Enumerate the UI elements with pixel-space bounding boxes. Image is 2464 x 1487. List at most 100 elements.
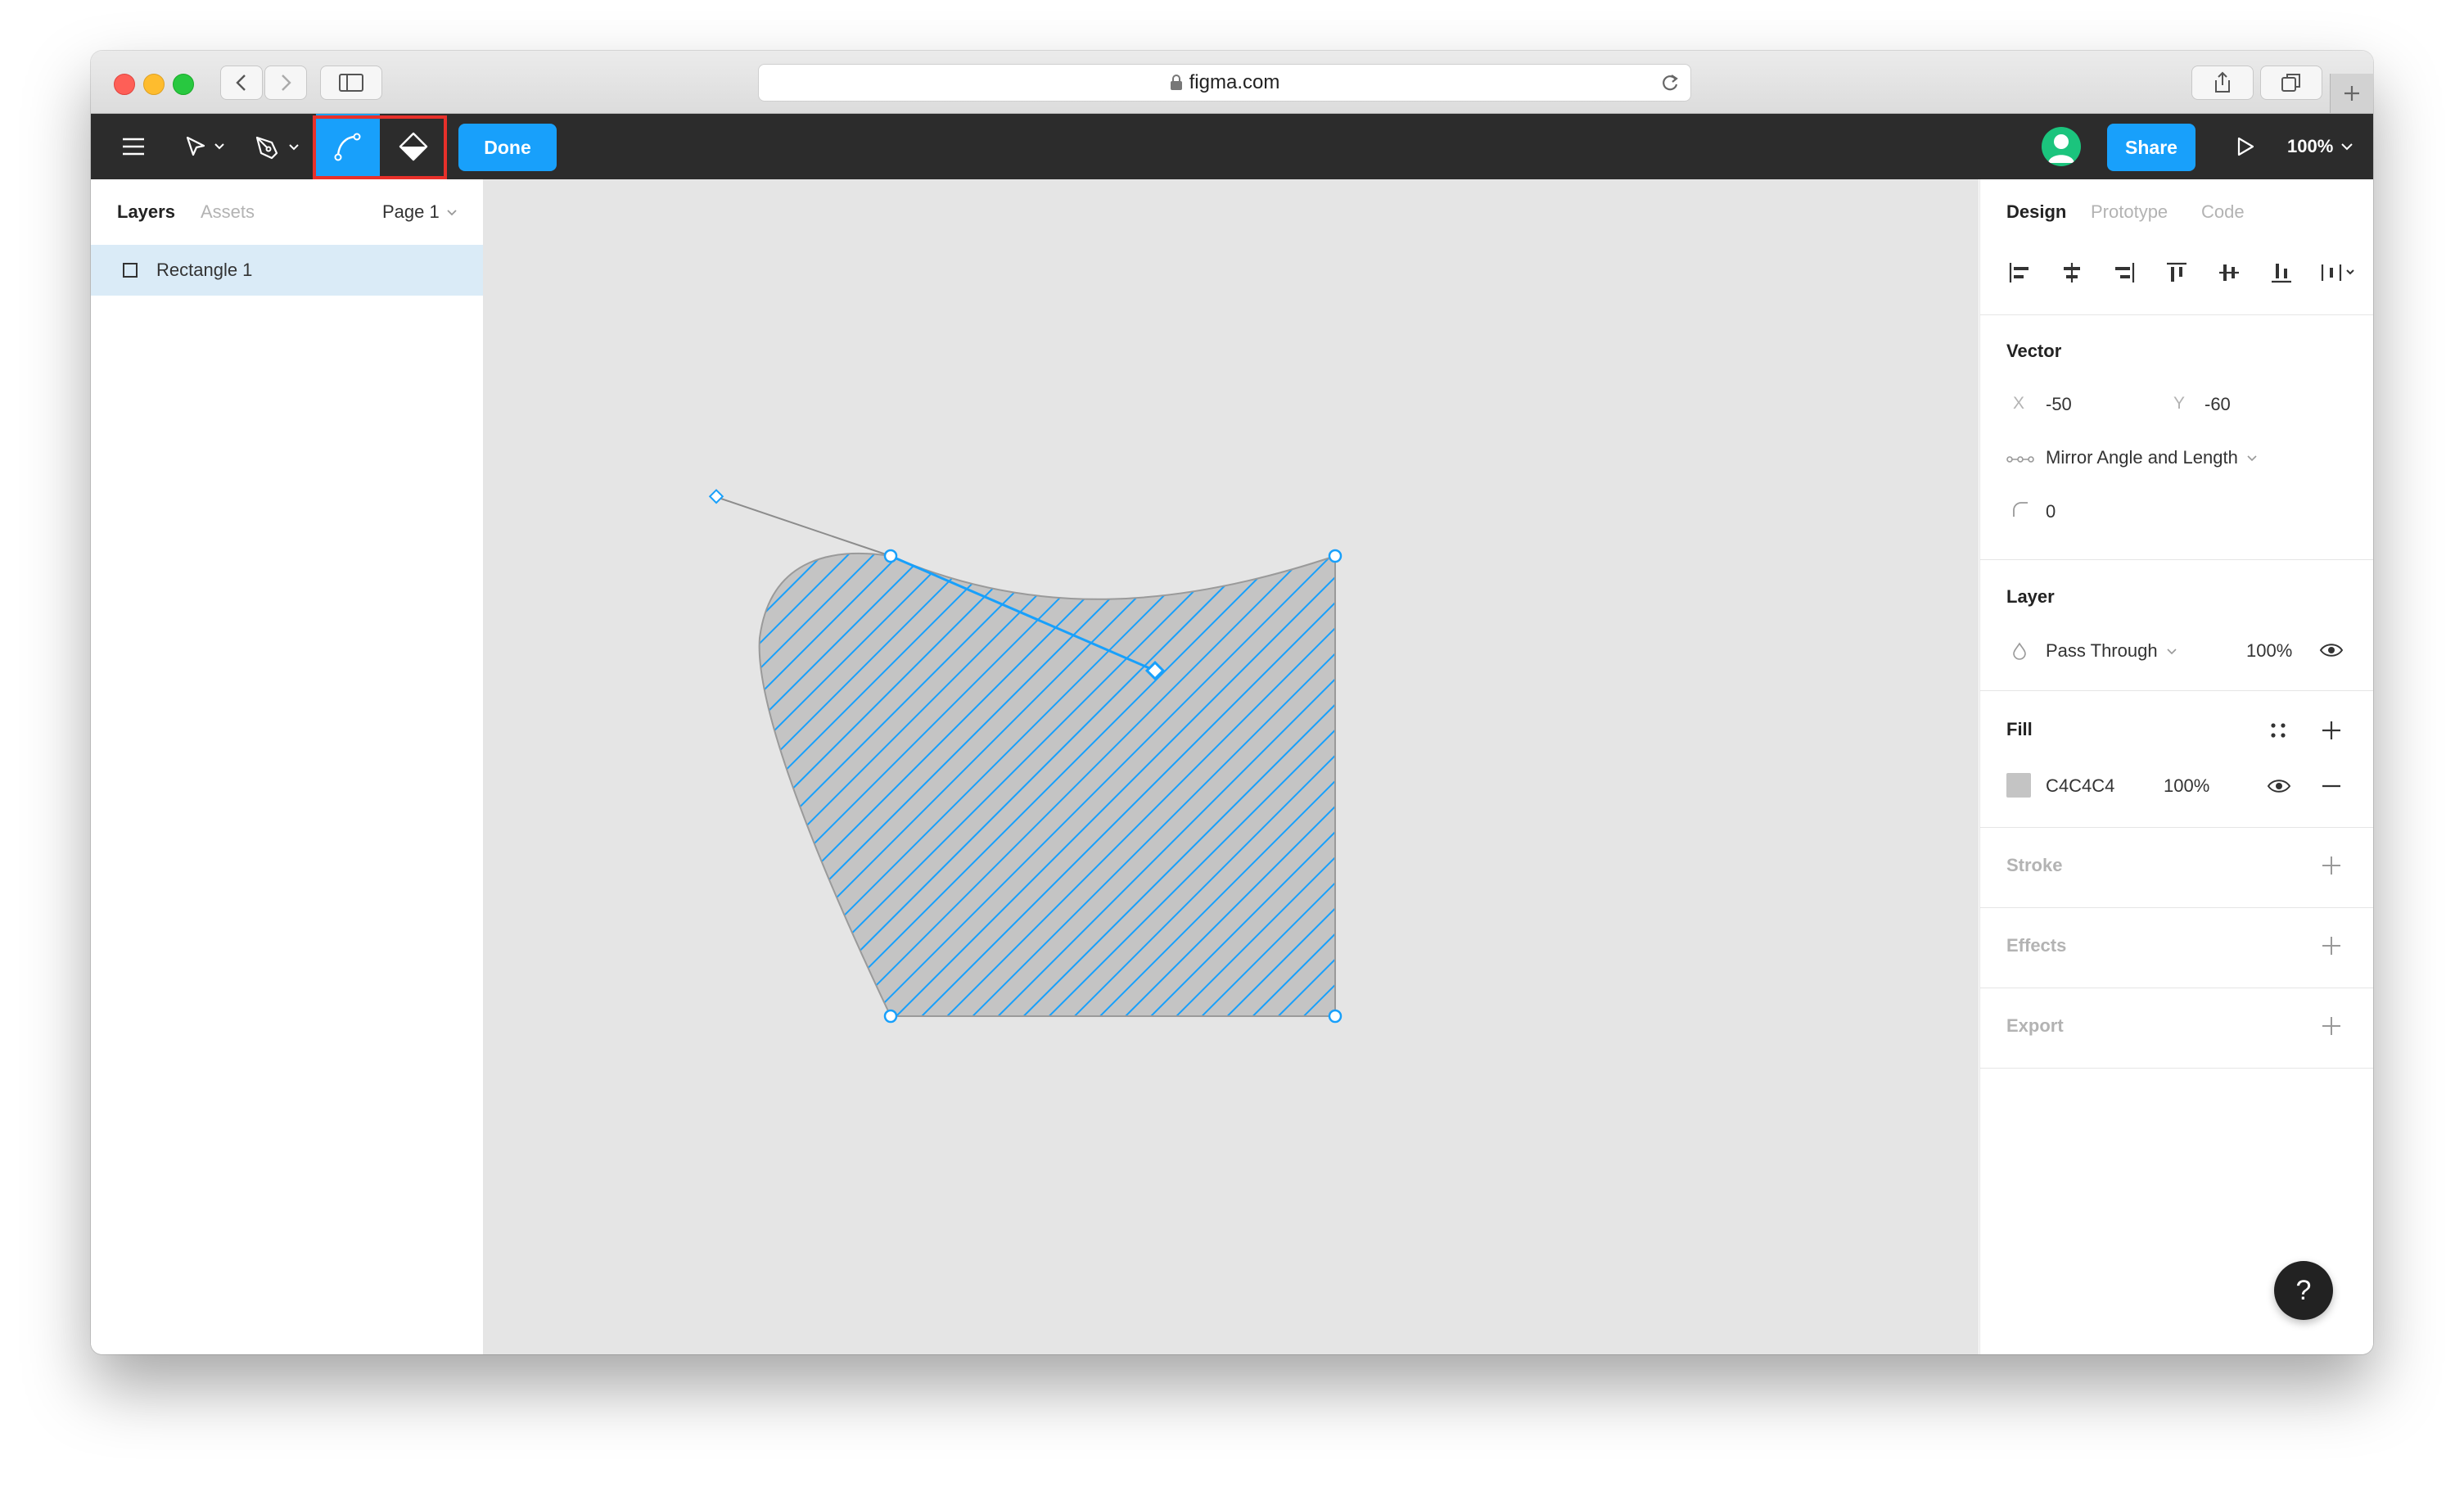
chevron-down-icon xyxy=(447,210,457,216)
stroke-section-title: Stroke xyxy=(2006,855,2063,875)
anchor-point-top-left[interactable] xyxy=(883,549,898,563)
tab-assets[interactable]: Assets xyxy=(201,201,255,223)
figma-toolbar: Done Share 100% xyxy=(91,114,2373,179)
distribute-icon[interactable] xyxy=(2319,260,2360,286)
zoom-value: 100% xyxy=(2287,136,2334,156)
url-text: figma.com xyxy=(1189,71,1280,93)
anchor-point-bottom-right[interactable] xyxy=(1328,1009,1343,1024)
properties-panel: Design Prototype Code Vector X -50 Y -60… xyxy=(1979,179,2373,1354)
align-left-icon[interactable] xyxy=(2006,260,2033,286)
address-bar[interactable]: figma.com xyxy=(758,64,1691,102)
sidebar-toggle-button[interactable] xyxy=(320,66,382,100)
mirror-handles-icon xyxy=(2006,456,2034,463)
add-stroke-icon[interactable] xyxy=(2321,855,2342,876)
align-vertical-center-icon[interactable] xyxy=(2216,260,2242,286)
minimize-window-button[interactable] xyxy=(143,74,165,95)
play-icon xyxy=(2237,137,2254,156)
mirroring-value: Mirror Angle and Length xyxy=(2046,447,2238,468)
fill-hex-input[interactable]: C4C4C4 xyxy=(2046,775,2114,797)
present-button[interactable] xyxy=(2221,114,2270,179)
chevron-left-icon xyxy=(236,75,246,91)
rectangle-icon xyxy=(123,263,138,278)
browser-window: figma.com Done Share 100% Layers Assets … xyxy=(91,51,2373,1354)
x-label: X xyxy=(2013,394,2025,413)
move-tool-button[interactable] xyxy=(173,114,238,179)
vector-section-title: Vector xyxy=(2006,341,2062,361)
bezier-handle-point[interactable] xyxy=(708,489,724,504)
main-menu-button[interactable] xyxy=(106,114,161,179)
chevron-right-icon xyxy=(282,75,291,91)
tab-layers[interactable]: Layers xyxy=(117,201,175,223)
new-tab-button[interactable] xyxy=(2330,74,2373,113)
fill-section-title: Fill xyxy=(2006,719,2033,739)
lock-icon xyxy=(1170,75,1182,90)
add-export-icon[interactable] xyxy=(2321,1015,2342,1037)
share-sheet-button[interactable] xyxy=(2191,66,2254,100)
page-selector[interactable]: Page 1 xyxy=(382,201,459,223)
tab-prototype[interactable]: Prototype xyxy=(2091,201,2168,223)
corner-radius-input[interactable]: 0 xyxy=(2046,501,2056,522)
plus-icon xyxy=(2344,86,2359,101)
tab-design[interactable]: Design xyxy=(2006,201,2066,223)
avatar[interactable] xyxy=(2042,127,2081,166)
effects-section-title: Effects xyxy=(2006,935,2067,956)
add-effect-icon[interactable] xyxy=(2321,935,2342,956)
reload-icon[interactable] xyxy=(1659,72,1681,93)
paint-bucket-tool-button[interactable] xyxy=(381,114,445,179)
tab-code[interactable]: Code xyxy=(2201,201,2245,223)
anchor-point-top-right[interactable] xyxy=(1328,549,1343,563)
align-right-icon[interactable] xyxy=(2111,260,2137,286)
pen-tool-button[interactable] xyxy=(245,114,310,179)
tabs-icon xyxy=(2281,74,2300,92)
mirroring-dropdown[interactable]: Mirror Angle and Length xyxy=(2046,447,2259,468)
fill-opacity-input[interactable]: 100% xyxy=(2164,775,2209,797)
divider xyxy=(1980,1068,2373,1069)
alignment-toolbar xyxy=(1980,253,2373,294)
add-fill-icon[interactable] xyxy=(2321,720,2342,741)
back-button[interactable] xyxy=(220,66,263,100)
x-input[interactable]: -50 xyxy=(2046,394,2072,415)
layer-name: Rectangle 1 xyxy=(156,260,253,280)
remove-fill-icon[interactable] xyxy=(2321,776,2342,796)
export-section-title: Export xyxy=(2006,1015,2064,1036)
done-button[interactable]: Done xyxy=(458,124,557,171)
cursor-icon xyxy=(186,136,224,156)
chevron-down-icon xyxy=(2341,143,2353,151)
chevron-down-icon xyxy=(2167,649,2177,655)
canvas-drawing xyxy=(708,489,1343,1024)
style-grid-icon[interactable] xyxy=(2268,721,2288,740)
share-button[interactable]: Share xyxy=(2107,124,2195,171)
sidebar-icon xyxy=(339,74,363,92)
pen-icon xyxy=(255,136,299,160)
eye-icon[interactable] xyxy=(2319,640,2344,660)
bend-tool-button[interactable] xyxy=(316,114,380,179)
align-top-icon[interactable] xyxy=(2164,260,2190,286)
divider xyxy=(1980,907,2373,908)
close-window-button[interactable] xyxy=(114,74,135,95)
y-label: Y xyxy=(2173,394,2186,413)
share-icon xyxy=(2215,71,2230,93)
layers-panel: Layers Assets Page 1 Rectangle 1 xyxy=(91,179,484,1354)
help-button[interactable]: ? xyxy=(2274,1261,2333,1320)
eye-icon[interactable] xyxy=(2267,776,2291,796)
user-icon xyxy=(2048,134,2074,163)
fill-color-swatch[interactable] xyxy=(2006,773,2031,798)
align-bottom-icon[interactable] xyxy=(2268,260,2295,286)
canvas[interactable] xyxy=(484,179,1979,1354)
layer-opacity-input[interactable]: 100% xyxy=(2246,640,2292,662)
blend-mode-value: Pass Through xyxy=(2046,640,2158,661)
layer-item-rectangle-1[interactable]: Rectangle 1 xyxy=(91,245,483,296)
layer-section-title: Layer xyxy=(2006,586,2055,607)
forward-button[interactable] xyxy=(264,66,307,100)
divider xyxy=(1980,314,2373,315)
paint-bucket-icon xyxy=(399,132,428,161)
tabs-overview-button[interactable] xyxy=(2260,66,2322,100)
zoom-window-button[interactable] xyxy=(173,74,194,95)
zoom-dropdown[interactable]: 100% xyxy=(2287,114,2356,179)
blend-mode-dropdown[interactable]: Pass Through xyxy=(2046,640,2179,662)
anchor-point-bottom-left[interactable] xyxy=(883,1009,898,1024)
align-horizontal-center-icon[interactable] xyxy=(2059,260,2085,286)
y-input[interactable]: -60 xyxy=(2205,394,2231,415)
divider xyxy=(1980,827,2373,828)
corner-radius-icon xyxy=(2013,502,2028,517)
